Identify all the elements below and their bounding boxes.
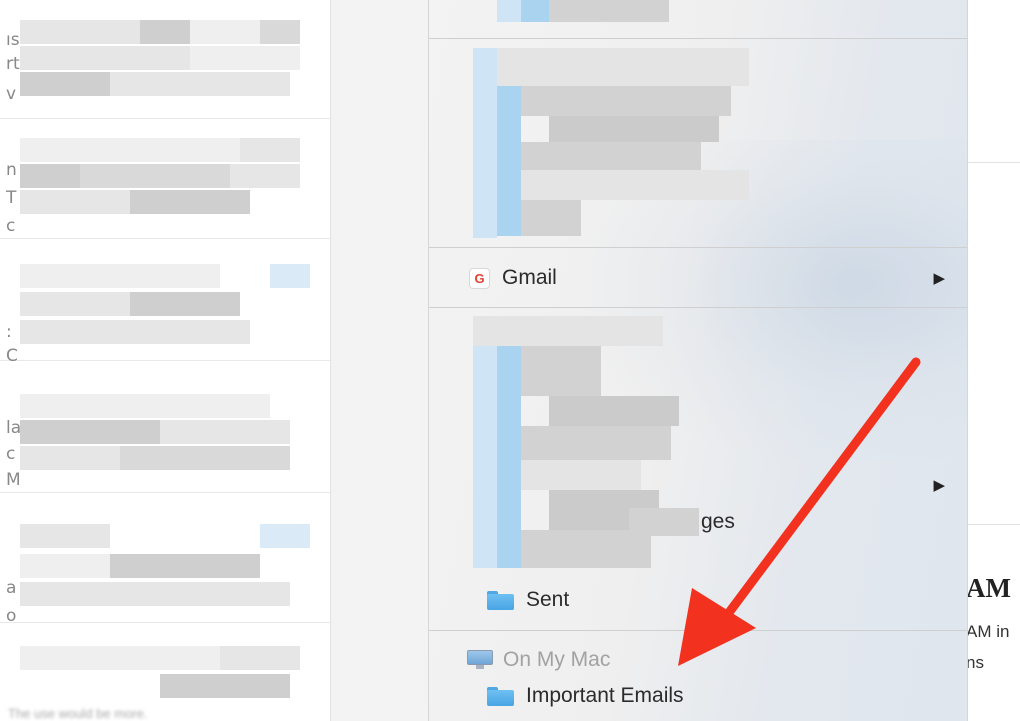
list-edge-glyph: : <box>6 322 12 342</box>
list-edge-glyph: o <box>6 606 17 626</box>
menu-item-label: ges <box>701 510 735 533</box>
reading-pane-divider <box>966 162 1020 163</box>
list-edge-glyph: a <box>6 578 17 598</box>
list-edge-glyph: T <box>6 188 17 208</box>
menu-item-gmail[interactable]: G Gmail ▶ <box>429 250 967 306</box>
folder-icon <box>487 686 514 706</box>
pane-gutter <box>331 0 428 721</box>
list-edge-glyph: la <box>6 418 22 438</box>
folder-icon <box>487 590 514 610</box>
list-item[interactable] <box>0 380 330 493</box>
list-item[interactable] <box>0 510 330 623</box>
menu-separator <box>429 307 967 308</box>
blurred-account-section[interactable] <box>449 48 749 238</box>
message-list: ıs rt v n T c : C la c M a o The use wou… <box>0 0 331 721</box>
email-heading-fragment: AM <box>966 573 1011 603</box>
list-item[interactable] <box>0 248 330 361</box>
email-body-fragment: AM in <box>966 622 1010 641</box>
list-edge-glyph: v <box>6 84 17 104</box>
menu-separator <box>429 38 967 39</box>
blurred-label-fragment <box>629 508 699 536</box>
submenu-arrow-icon[interactable]: ▶ <box>933 476 945 494</box>
computer-icon <box>467 650 493 670</box>
list-edge-glyph: M <box>6 470 21 490</box>
list-edge-glyph: C <box>6 346 18 366</box>
list-item[interactable] <box>0 6 330 119</box>
menu-item-label: Important Emails <box>526 684 684 707</box>
menu-item-label: Gmail <box>502 266 557 289</box>
menu-separator <box>429 247 967 248</box>
list-edge-glyph: c <box>6 444 16 464</box>
gmail-icon: G <box>469 267 490 289</box>
menu-item-sent[interactable]: Sent <box>429 572 967 628</box>
list-preview-text: The use would be more. <box>8 706 148 721</box>
list-edge-glyph: rt <box>6 54 20 74</box>
list-edge-glyph: c <box>6 216 16 236</box>
list-edge-glyph: ıs <box>6 30 20 50</box>
menu-separator <box>429 630 967 631</box>
menu-item-label: Sent <box>526 588 570 611</box>
submenu-arrow-icon: ▶ <box>933 270 945 287</box>
list-edge-glyph: n <box>6 160 17 180</box>
move-to-mailbox-menu: G Gmail ▶ ▶ ges Sent On My Mac Important… <box>428 0 968 721</box>
list-item[interactable] <box>0 126 330 239</box>
reading-pane-divider <box>966 524 1020 525</box>
menu-item-important-emails[interactable]: Important Emails <box>429 668 967 721</box>
email-body-fragment: ns <box>966 653 984 672</box>
reading-pane: AM AM in ns <box>966 0 1020 721</box>
blurred-menu-item[interactable] <box>449 0 749 28</box>
